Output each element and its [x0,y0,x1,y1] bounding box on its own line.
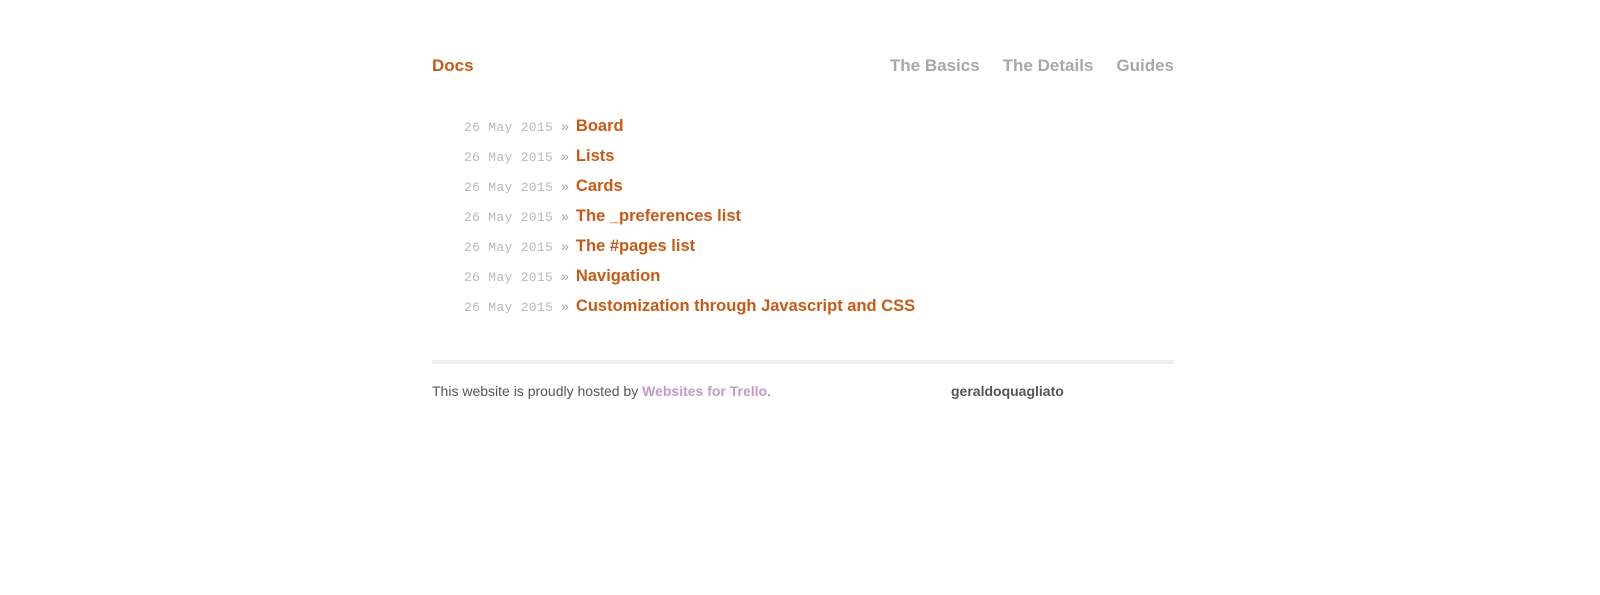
main-nav: The Basics The Details Guides [890,56,1174,76]
footer-host-suffix: . [767,383,771,399]
post-date: 26 May 2015 [464,270,554,285]
websites-for-trello-link[interactable]: Websites for Trello [642,383,767,399]
post-list: 26 May 2015 » Board 26 May 2015 » Lists … [464,117,915,327]
post-list-item: 26 May 2015 » Navigation [464,267,915,297]
post-date: 26 May 2015 [464,210,554,225]
nav-guides[interactable]: Guides [1116,56,1174,76]
post-separator: » [561,118,569,134]
post-separator: » [561,178,569,194]
footer-username-link[interactable]: geraldoquagliato [951,383,1064,399]
post-date: 26 May 2015 [464,180,554,195]
site-title-link[interactable]: Docs [432,56,474,76]
post-list-item: 26 May 2015 » The _preferences list [464,207,915,237]
post-list-item: 26 May 2015 » Lists [464,147,915,177]
site-header: Docs The Basics The Details Guides [432,56,1174,80]
post-date: 26 May 2015 [464,120,554,135]
nav-the-details[interactable]: The Details [1003,56,1094,76]
post-link-board[interactable]: Board [576,117,624,136]
post-link-cards[interactable]: Cards [576,177,623,196]
footer-divider [432,360,1174,364]
post-link-preferences-list[interactable]: The _preferences list [576,207,741,226]
post-separator: » [561,298,569,314]
post-list-item: 26 May 2015 » Cards [464,177,915,207]
post-date: 26 May 2015 [464,150,554,165]
post-separator: » [561,148,569,164]
post-date: 26 May 2015 [464,300,554,315]
post-link-lists[interactable]: Lists [576,147,615,166]
site-footer: This website is proudly hosted by Websit… [432,383,1174,399]
post-separator: » [561,238,569,254]
post-link-customization[interactable]: Customization through Javascript and CSS [576,297,915,316]
post-link-pages-list[interactable]: The #pages list [576,237,695,256]
post-link-navigation[interactable]: Navigation [576,267,660,286]
nav-the-basics[interactable]: The Basics [890,56,980,76]
post-list-item: 26 May 2015 » Board [464,117,915,147]
footer-host-prefix: This website is proudly hosted by [432,383,643,399]
post-list-item: 26 May 2015 » Customization through Java… [464,297,915,327]
post-date: 26 May 2015 [464,240,554,255]
post-list-item: 26 May 2015 » The #pages list [464,237,915,267]
post-separator: » [561,208,569,224]
post-separator: » [561,268,569,284]
